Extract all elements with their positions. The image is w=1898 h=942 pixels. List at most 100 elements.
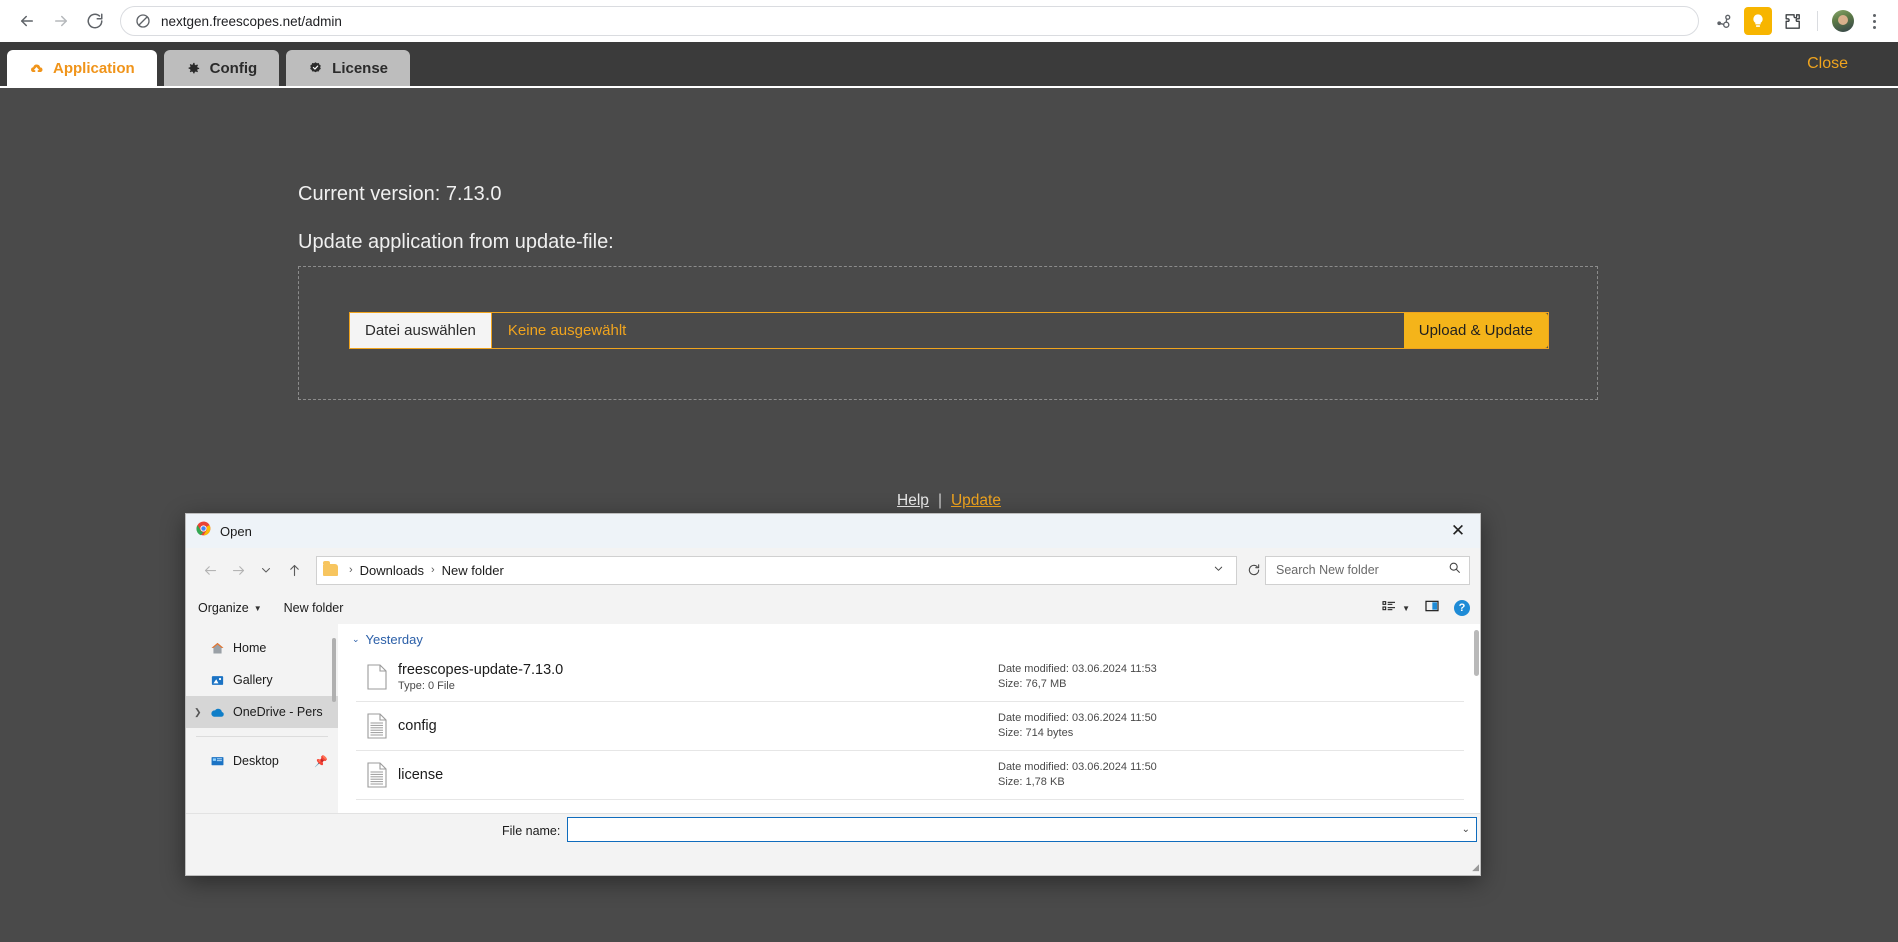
- not-secure-icon[interactable]: [135, 13, 151, 29]
- profile-avatar[interactable]: [1832, 10, 1854, 32]
- search-input[interactable]: [1274, 562, 1448, 578]
- sidebar-item-onedrive-label: OneDrive - Pers: [233, 705, 323, 719]
- preview-pane-button[interactable]: [1424, 598, 1440, 619]
- footer-separator: |: [937, 492, 942, 509]
- selected-file-status: Keine ausgewählt: [491, 313, 1404, 348]
- upload-dropzone: Datei auswählen Keine ausgewählt Upload …: [298, 266, 1598, 400]
- home-icon: [207, 641, 227, 656]
- dialog-forward-button[interactable]: [224, 556, 252, 584]
- url-text: nextgen.freescopes.net/admin: [161, 13, 342, 29]
- file-size: Size: 1,78 KB: [998, 776, 1065, 788]
- sidebar-item-desktop[interactable]: Desktop 📌: [186, 745, 338, 777]
- close-icon[interactable]: ✕: [1436, 514, 1480, 548]
- breadcrumb-item-downloads[interactable]: Downloads: [360, 563, 424, 578]
- arrow-right-icon: [52, 12, 70, 30]
- text-file-icon: [356, 762, 398, 788]
- view-options-button[interactable]: ▼: [1381, 599, 1410, 618]
- sidebar-item-home-label: Home: [233, 641, 267, 655]
- file-name-label: File name:: [502, 824, 561, 838]
- new-folder-button[interactable]: New folder: [284, 601, 344, 615]
- chevron-down-icon: ▼: [253, 603, 262, 613]
- tab-license-label: License: [332, 59, 389, 77]
- sidebar-item-desktop-label: Desktop: [233, 754, 279, 768]
- puzzle-extensions-icon[interactable]: [1778, 7, 1806, 35]
- chevron-down-icon[interactable]: [1207, 563, 1230, 577]
- upload-and-update-button[interactable]: Upload & Update: [1403, 313, 1548, 348]
- chrome-icon: [196, 521, 211, 541]
- gear-icon: [186, 61, 201, 76]
- organize-label: Organize: [198, 601, 249, 615]
- preview-pane-icon: [1424, 598, 1440, 619]
- chevron-down-icon[interactable]: ⌄: [1456, 824, 1470, 835]
- sidebar-scrollbar[interactable]: [332, 638, 336, 702]
- text-file-icon: [356, 713, 398, 739]
- file-name-cell: config: [398, 717, 998, 735]
- table-row[interactable]: license Date modified: 03.06.2024 11:50 …: [356, 751, 1464, 800]
- chevron-right-icon[interactable]: ❯: [194, 707, 207, 718]
- hubspot-extension-icon[interactable]: [1710, 7, 1738, 35]
- dialog-body: Home Gallery ❯ OneDrive - Pers Desktop 📌…: [186, 624, 1480, 815]
- tab-application[interactable]: Application: [7, 50, 157, 86]
- blank-file-icon: [356, 664, 398, 690]
- chevron-down-icon: ⌄: [352, 634, 360, 644]
- tab-application-label: Application: [53, 59, 135, 77]
- sidebar-item-onedrive[interactable]: ❯ OneDrive - Pers: [186, 696, 338, 728]
- file-name: freescopes-update-7.13.0: [398, 661, 564, 678]
- tab-config-label: Config: [209, 59, 258, 77]
- close-button[interactable]: Close: [1807, 55, 1848, 73]
- file-group-header-label: Yesterday: [365, 632, 423, 647]
- cloud-upload-icon: [29, 61, 44, 76]
- desktop-icon: [207, 754, 227, 769]
- file-date-modified: Date modified: 03.06.2024 11:50: [998, 761, 1157, 773]
- view-list-icon: [1381, 599, 1397, 618]
- chevron-down-icon: ▼: [1402, 603, 1410, 613]
- breadcrumb-separator: ›: [349, 564, 353, 576]
- help-link[interactable]: Help: [897, 492, 929, 509]
- back-button[interactable]: [10, 4, 44, 38]
- file-name-input-wrap[interactable]: ⌄: [567, 817, 1477, 842]
- dialog-footer: File name: ⌄ Alle Dateien ⌄ Open Cancel …: [186, 813, 1480, 875]
- reload-icon: [86, 12, 104, 30]
- file-group-header[interactable]: ⌄ Yesterday: [338, 624, 1480, 653]
- pin-icon[interactable]: 📌: [314, 755, 328, 768]
- tab-config[interactable]: Config: [163, 50, 280, 86]
- choose-file-button[interactable]: Datei auswählen: [350, 313, 492, 348]
- organize-button[interactable]: Organize ▼: [198, 601, 262, 615]
- address-bar[interactable]: nextgen.freescopes.net/admin: [120, 6, 1699, 36]
- dialog-recent-locations-button[interactable]: [252, 556, 280, 584]
- update-link[interactable]: Update: [951, 492, 1001, 509]
- breadcrumb-separator-2: ›: [431, 564, 435, 576]
- breadcrumb[interactable]: › Downloads › New folder: [316, 555, 1237, 585]
- file-input-row[interactable]: Datei auswählen Keine ausgewählt Upload …: [349, 312, 1549, 349]
- dialog-back-button[interactable]: [196, 556, 224, 584]
- forward-button[interactable]: [44, 4, 78, 38]
- sidebar-item-gallery[interactable]: Gallery: [186, 664, 338, 696]
- search-icon: [1448, 561, 1461, 579]
- kebab-menu-icon[interactable]: [1860, 7, 1888, 35]
- resize-grip[interactable]: ◢: [1472, 862, 1479, 873]
- app-tab-bar: Application Config License Close: [0, 42, 1898, 88]
- search-box[interactable]: [1265, 555, 1470, 585]
- refresh-icon[interactable]: [1247, 563, 1261, 577]
- footer-links: Help | Update: [0, 492, 1898, 510]
- folder-icon: [323, 561, 338, 576]
- reload-button[interactable]: [78, 4, 112, 38]
- certificate-check-icon: [308, 61, 323, 76]
- table-row[interactable]: config Date modified: 03.06.2024 11:50 S…: [356, 702, 1464, 751]
- dialog-up-button[interactable]: [280, 556, 308, 584]
- file-meta-cell: Date modified: 03.06.2024 11:53 Size: 76…: [998, 662, 1464, 692]
- tab-license[interactable]: License: [286, 50, 411, 86]
- breadcrumb-item-new-folder[interactable]: New folder: [442, 563, 504, 578]
- sidebar-item-gallery-label: Gallery: [233, 673, 273, 687]
- dialog-nav-row: › Downloads › New folder: [186, 548, 1480, 592]
- sidebar-item-home[interactable]: Home: [186, 632, 338, 664]
- file-open-dialog: Open ✕ › Downloads › New folder Search N…: [185, 513, 1481, 876]
- help-icon[interactable]: ?: [1454, 600, 1470, 616]
- table-row[interactable]: freescopes-update-7.13.0 Type: 0 File Da…: [356, 653, 1464, 702]
- lightbulb-extension-icon[interactable]: [1744, 7, 1772, 35]
- file-name-input[interactable]: [574, 821, 1456, 838]
- file-list-scrollbar[interactable]: [1474, 630, 1479, 676]
- dialog-title-bar: Open ✕: [186, 514, 1480, 548]
- sidebar-divider: [196, 736, 328, 737]
- file-list: ⌄ Yesterday freescopes-update-7.13.0 Typ…: [338, 624, 1480, 815]
